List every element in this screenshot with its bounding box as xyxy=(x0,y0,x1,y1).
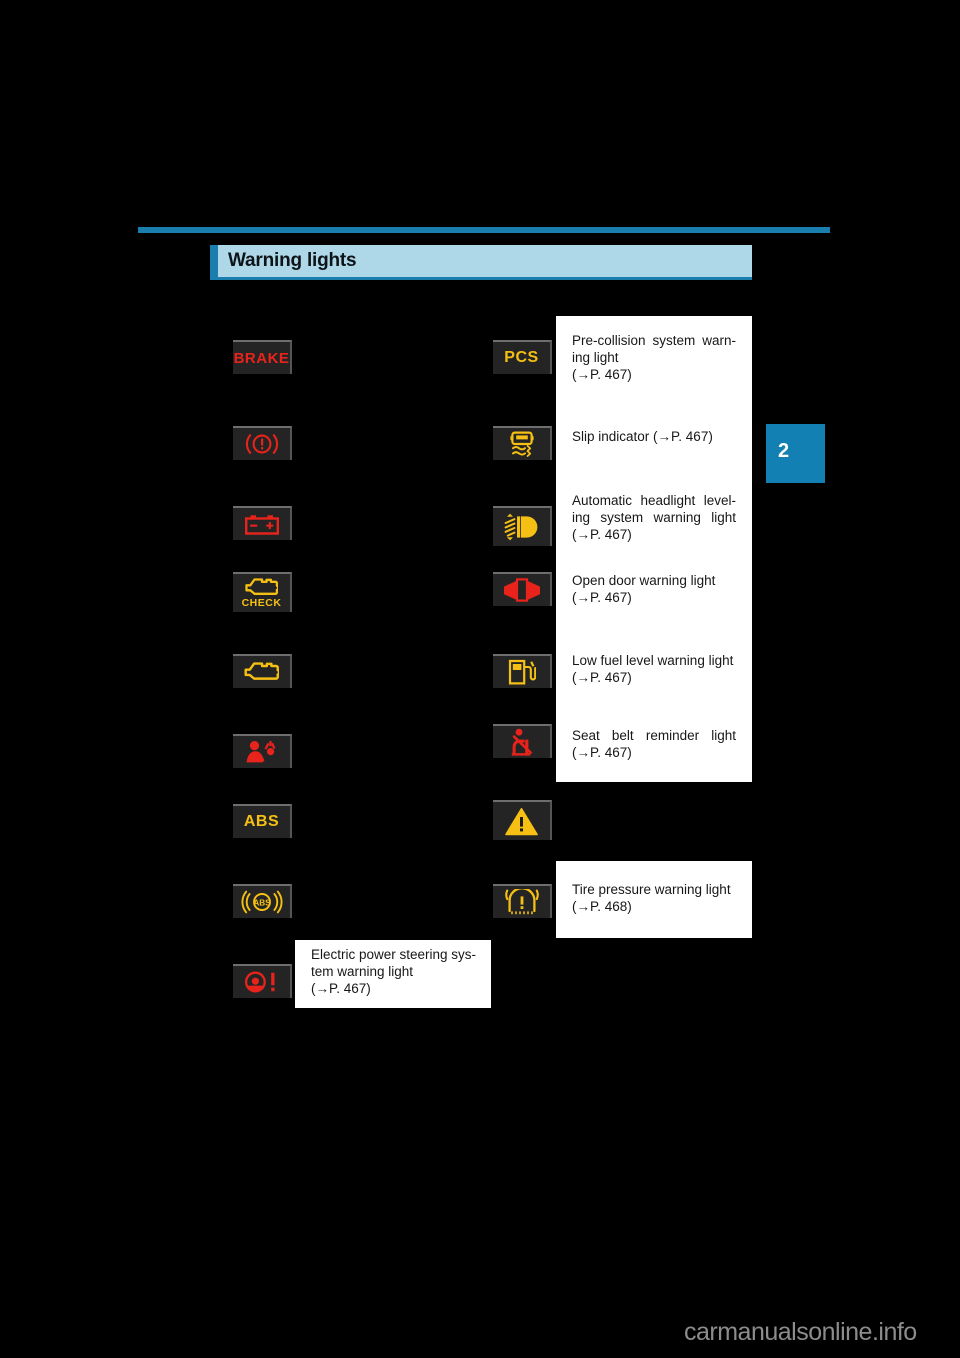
warning-light-tile-pre-collision: PCS xyxy=(493,340,552,374)
pcs-desc-line1: Pre-collision system warn- xyxy=(572,333,736,348)
site-watermark: carmanualsonline.info xyxy=(684,1318,917,1346)
warning-light-tile-slip-indicator xyxy=(493,426,552,460)
warning-triangle-icon xyxy=(505,807,538,836)
section-header-underline xyxy=(210,277,752,280)
warning-light-tile-brake-assist: ABS xyxy=(233,884,292,918)
brake-circle-exclamation-icon xyxy=(244,431,280,457)
section-header: Warning lights xyxy=(210,245,752,277)
eps-desc-line3: (→P. 467) xyxy=(311,981,371,996)
section-header-accent-bar xyxy=(210,245,218,277)
chapter-tab[interactable]: 2 xyxy=(766,424,825,483)
door-desc-line2: (→P. 467) xyxy=(572,590,632,605)
slip-indicator-icon xyxy=(509,431,535,457)
pcs-desc-line3: (→P. 467) xyxy=(572,367,632,382)
headlight-leveling-icon xyxy=(503,513,541,541)
svg-text:ABS: ABS xyxy=(253,899,271,908)
description-panel-eps: Electric power steering sys- tem warning… xyxy=(295,940,491,1008)
headlight-desc-line1: Automatic headlight level- xyxy=(572,493,736,508)
warning-light-tile-abs: ABS xyxy=(233,804,292,838)
warning-light-tile-electric-power-steering xyxy=(233,964,292,998)
slip-desc-line1: Slip indicator (→P. 467) xyxy=(572,429,713,444)
warning-light-tile-seat-belt xyxy=(493,724,552,758)
fuel-pump-icon xyxy=(508,659,536,685)
steering-wheel-exclamation-icon xyxy=(243,970,281,994)
warning-light-tile-brake-system-symbol xyxy=(233,426,292,460)
description-panel-right: Pre-collision system warn- ing light (→P… xyxy=(556,316,752,782)
header-top-rule xyxy=(138,227,830,233)
door-desc-line1: Open door warning light xyxy=(572,573,716,588)
seatbelt-desc-line2: (→P. 467) xyxy=(572,745,632,760)
eps-desc-line2: tem warning light xyxy=(311,964,414,979)
engine-check-icon xyxy=(245,578,278,597)
airbag-srs-icon xyxy=(245,740,279,764)
warning-light-tile-check-engine: CHECK xyxy=(233,572,292,612)
manual-page: Warning lights 2 BRAKE CHECK ABS ABS PCS… xyxy=(0,0,960,1358)
description-panel-tire-pressure: Tire pressure warning light (→P. 468) xyxy=(556,861,752,938)
tire-desc-line2: (→P. 468) xyxy=(572,899,632,914)
check-engine-label: CHECK xyxy=(241,596,282,609)
tire-desc-line1: Tire pressure warning light xyxy=(572,882,731,897)
headlight-desc-line2: ing system warning light xyxy=(572,510,736,525)
abs-text-icon: ABS xyxy=(243,813,280,830)
abs-parentheses-icon: ABS xyxy=(240,890,284,914)
warning-light-tile-brake-system-text: BRAKE xyxy=(233,340,292,374)
seatbelt-desc-line1: Seat belt reminder light xyxy=(572,728,736,743)
open-door-icon xyxy=(502,577,542,603)
fuel-desc-line1: Low fuel level warning light xyxy=(572,653,734,668)
pcs-desc-line2: ing light xyxy=(572,350,619,365)
engine-icon xyxy=(244,662,279,682)
page-title: Warning lights xyxy=(228,250,357,271)
warning-light-tile-tire-pressure xyxy=(493,884,552,918)
seat-belt-icon xyxy=(508,728,536,756)
warning-light-tile-master-warning xyxy=(493,800,552,840)
warning-light-tile-srs-airbag xyxy=(233,734,292,768)
fuel-desc-line2: (→P. 467) xyxy=(572,670,632,685)
warning-light-tile-open-door xyxy=(493,572,552,606)
warning-light-tile-low-fuel xyxy=(493,654,552,688)
warning-light-tile-headlight-leveling xyxy=(493,506,552,546)
tire-pressure-icon xyxy=(504,889,539,915)
warning-light-tile-engine-malfunction xyxy=(233,654,292,688)
brake-text-warning-icon: BRAKE xyxy=(233,349,290,367)
eps-desc-line1: Electric power steering sys- xyxy=(311,947,477,962)
warning-light-tile-charging-system xyxy=(233,506,292,540)
pcs-text-icon: PCS xyxy=(504,349,539,366)
headlight-desc-line3: (→P. 467) xyxy=(572,527,632,542)
battery-icon xyxy=(244,514,279,535)
